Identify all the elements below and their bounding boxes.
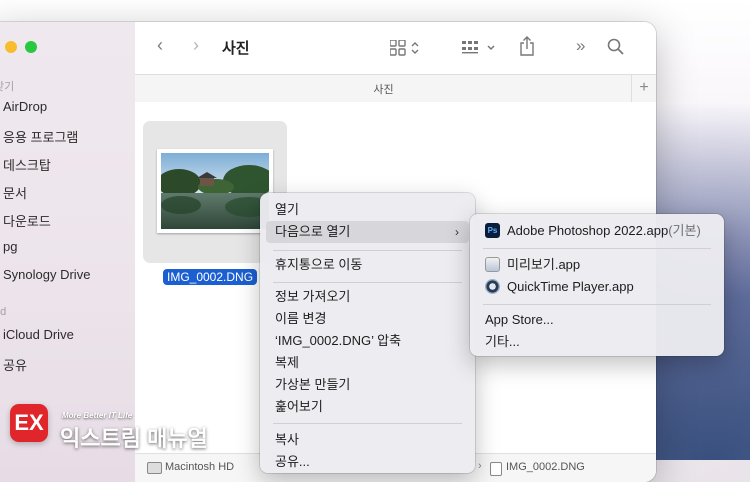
group-icon[interactable] bbox=[462, 40, 500, 61]
path-root[interactable]: Macintosh HD bbox=[165, 461, 234, 473]
menu-item-open[interactable]: 열기 bbox=[266, 199, 469, 221]
menu-separator bbox=[273, 282, 462, 283]
watermark-tagline: More Better IT Life bbox=[62, 411, 133, 420]
share-icon[interactable] bbox=[519, 35, 535, 62]
submenu-item-preview-label: 미리보기.app bbox=[507, 257, 581, 272]
sidebar-item-airdrop[interactable]: AirDrop bbox=[3, 99, 47, 114]
watermark-logo: EX bbox=[10, 404, 48, 442]
submenu-item-app-store[interactable]: App Store... bbox=[476, 309, 718, 331]
menu-item-duplicate[interactable]: 복제 bbox=[266, 352, 469, 374]
menu-item-compress[interactable]: ‘IMG_0002.DNG’ 압축 bbox=[266, 330, 469, 352]
submenu-item-photoshop-label: Adobe Photoshop 2022.app bbox=[507, 223, 669, 238]
search-icon[interactable] bbox=[607, 38, 625, 61]
menu-item-rename[interactable]: 이름 변경 bbox=[266, 308, 469, 330]
menu-separator bbox=[273, 250, 462, 251]
chevron-right-icon: › bbox=[478, 460, 482, 472]
minimize-button[interactable] bbox=[5, 41, 17, 53]
menu-item-get-info[interactable]: 정보 가져오기 bbox=[266, 286, 469, 308]
sidebar-item-pg[interactable]: pg bbox=[3, 239, 17, 254]
menu-item-open-with[interactable]: 다음으로 열기 › bbox=[266, 221, 469, 243]
menu-separator bbox=[483, 248, 711, 249]
menu-item-move-to-trash[interactable]: 휴지통으로 이동 bbox=[266, 254, 469, 276]
path-file[interactable]: IMG_0002.DNG bbox=[506, 461, 585, 473]
watermark-title: 익스트림 매뉴얼 bbox=[60, 426, 208, 451]
tab-photos[interactable]: 사진 bbox=[135, 81, 632, 97]
sidebar-item-downloads[interactable]: 다운로드 bbox=[3, 211, 51, 230]
back-icon[interactable]: ‹ bbox=[157, 35, 163, 56]
more-icon[interactable]: » bbox=[576, 36, 585, 56]
menu-item-make-alias[interactable]: 가상본 만들기 bbox=[266, 374, 469, 396]
disk-icon bbox=[147, 462, 162, 474]
menu-separator bbox=[273, 423, 462, 424]
sidebar-item-synology-drive[interactable]: Synology Drive bbox=[3, 267, 90, 282]
sidebar-item-shared[interactable]: 공유 bbox=[3, 355, 27, 374]
menu-item-open-with-label: 다음으로 열기 bbox=[275, 224, 351, 239]
quicktime-icon bbox=[485, 279, 500, 295]
forward-icon[interactable]: › bbox=[193, 35, 199, 56]
file-thumbnail[interactable] bbox=[157, 149, 275, 233]
submenu-item-quicktime-label: QuickTime Player.app bbox=[507, 279, 634, 294]
submenu-item-quicktime[interactable]: QuickTime Player.app bbox=[476, 276, 718, 298]
submenu-item-other[interactable]: 기타... bbox=[476, 331, 718, 353]
sidebar-item-documents[interactable]: 문서 bbox=[3, 183, 27, 202]
default-app-suffix: (기본) bbox=[668, 223, 701, 238]
file-name-label[interactable]: IMG_0002.DNG bbox=[163, 269, 258, 285]
sidebar-item-applications[interactable]: 응용 프로그램 bbox=[3, 127, 78, 146]
open-with-submenu: Ps Adobe Photoshop 2022.app(기본) 미리보기.app … bbox=[470, 214, 724, 356]
menu-item-copy[interactable]: 복사 bbox=[266, 429, 469, 451]
preview-icon bbox=[485, 257, 500, 273]
window-controls bbox=[0, 41, 37, 53]
tab-bar: 사진 + bbox=[135, 74, 656, 103]
toolbar: ‹ › 사진 » bbox=[135, 22, 656, 74]
sidebar-item-icloud-drive[interactable]: iCloud Drive bbox=[3, 327, 74, 342]
sidebar-section-icloud: ud bbox=[0, 306, 7, 318]
menu-item-share[interactable]: 공유... bbox=[266, 451, 469, 473]
zoom-button[interactable] bbox=[25, 41, 37, 53]
context-menu: 열기 다음으로 열기 › 휴지통으로 이동 정보 가져오기 이름 변경 ‘IMG… bbox=[260, 193, 475, 473]
sidebar-section-favorites: 찾기 bbox=[0, 81, 15, 93]
new-tab-button[interactable]: + bbox=[631, 75, 656, 102]
submenu-item-preview[interactable]: 미리보기.app bbox=[476, 254, 718, 276]
sidebar-item-desktop[interactable]: 데스크탑 bbox=[3, 155, 51, 174]
photo-image bbox=[157, 153, 275, 229]
view-grid-icon[interactable] bbox=[389, 39, 420, 61]
chevron-right-icon: › bbox=[455, 225, 459, 239]
submenu-item-photoshop[interactable]: Ps Adobe Photoshop 2022.app(기본) bbox=[476, 220, 718, 242]
menu-separator bbox=[483, 304, 711, 305]
window-title: 사진 bbox=[222, 40, 250, 57]
menu-item-quick-look[interactable]: 훑어보기 bbox=[266, 396, 469, 418]
image-file-icon bbox=[490, 462, 502, 476]
photoshop-icon: Ps bbox=[485, 223, 500, 239]
